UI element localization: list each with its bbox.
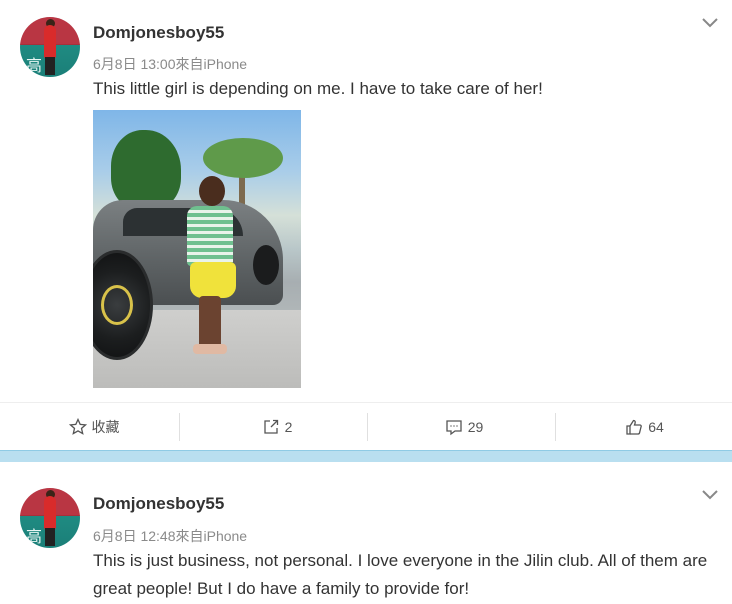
post-text: This is just business, not personal. I l… <box>93 551 708 598</box>
divider <box>179 413 180 441</box>
username[interactable]: Domjonesboy55 <box>93 494 224 514</box>
divider <box>367 413 368 441</box>
post-meta: 6月8日 13:00來自iPhone <box>93 56 248 72</box>
share-icon <box>263 419 278 434</box>
chevron-down-icon[interactable] <box>700 12 720 32</box>
repost-button[interactable]: 2 <box>183 403 371 451</box>
comment-icon <box>446 420 462 436</box>
action-bar: 收藏 2 29 64 <box>0 402 732 450</box>
post-text: This little girl is depending on me. I h… <box>93 79 543 98</box>
like-count: 64 <box>648 419 664 435</box>
post-card: 高 古 Domjonesboy55 6月8日 12:48來自iPhone Thi… <box>0 462 732 604</box>
comment-count: 29 <box>467 419 484 435</box>
post-card: 高 古 Domjonesboy55 6月8日 13:00來自iPhone Thi… <box>0 0 732 450</box>
favorite-button[interactable]: 收藏 <box>0 403 188 451</box>
chevron-down-icon[interactable] <box>700 484 720 504</box>
like-button[interactable]: 64 <box>557 403 732 451</box>
post-meta: 6月8日 12:48來自iPhone <box>93 528 248 544</box>
favorite-label: 收藏 <box>91 419 120 435</box>
repost-count: 2 <box>284 419 293 435</box>
star-icon <box>68 418 87 435</box>
post-image[interactable] <box>93 110 301 388</box>
avatar[interactable]: 高 古 <box>20 488 80 548</box>
comment-button[interactable]: 29 <box>370 403 558 451</box>
divider <box>555 413 556 441</box>
weibo-feed: 高 古 Domjonesboy55 6月8日 13:00來自iPhone Thi… <box>0 0 732 604</box>
avatar[interactable]: 高 古 <box>20 17 80 77</box>
avatar-sign-text: 高 古 <box>26 56 57 75</box>
username[interactable]: Domjonesboy55 <box>93 23 224 43</box>
avatar-sign-text: 高 古 <box>26 527 57 546</box>
thumbs-up-icon <box>626 419 643 435</box>
feed-separator <box>0 450 732 462</box>
